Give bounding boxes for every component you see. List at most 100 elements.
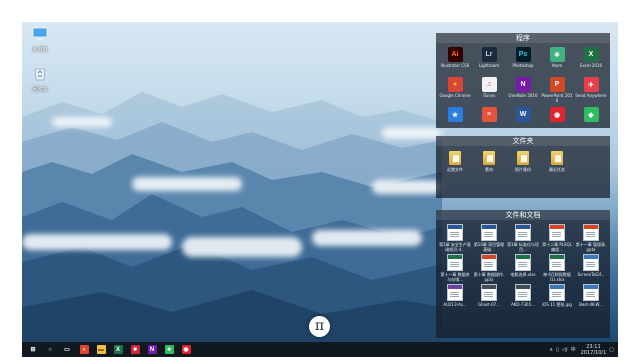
program-label — [506, 123, 540, 133]
battery-icon[interactable]: ▯ — [556, 347, 559, 353]
document-icon-line — [518, 234, 527, 235]
desktop-icon-computer[interactable]: 此电脑 — [26, 26, 54, 53]
program-icon: Lr — [481, 47, 497, 62]
document-icon-bar — [550, 285, 564, 289]
document-icon-line — [586, 234, 595, 235]
document-icon-line — [552, 266, 561, 267]
computer-icon — [32, 27, 48, 40]
folder-label: 最近任务 — [549, 167, 565, 172]
desktop-icon-label: 回收站 — [32, 87, 48, 93]
task-view-glyph: ▭ — [64, 347, 70, 353]
program-label: Illustrator CS6 — [440, 63, 470, 68]
task-view-icon[interactable]: ▭ — [60, 343, 74, 357]
clock[interactable]: 23:11 2017/10/1 — [581, 344, 607, 356]
document-icon-line — [552, 296, 561, 297]
volume-icon[interactable]: ◁) — [562, 347, 568, 353]
document-icon-line — [518, 232, 527, 233]
folders-panel: 文件夹 近期文件 素材 照片备份 最近任务 — [436, 136, 610, 198]
document-tile[interactable]: 第10章 项目管理基础... — [472, 222, 506, 252]
document-tile[interactable]: 神·6月财报数据(1).xlsx — [540, 252, 574, 282]
document-icon-line — [552, 264, 561, 265]
document-tile[interactable]: AU213-As... — [438, 282, 472, 312]
documents-grid: 第1章 安全生产基础知识.d... 第10章 项目管理基础... 第1章 标准化与项… — [436, 220, 610, 312]
folders-grid: 近期文件 素材 照片备份 最近任务 — [436, 146, 610, 178]
program-tile[interactable]: ◆ — [574, 105, 608, 135]
document-icon — [583, 284, 599, 301]
document-icon — [447, 254, 463, 271]
document-icon-line — [450, 266, 459, 267]
file-explorer-taskbar-icon[interactable]: ▬ — [94, 343, 108, 357]
document-icon-line — [484, 262, 493, 263]
tray-chevron-icon[interactable]: ∧ — [549, 347, 553, 353]
document-tile[interactable]: iOS 11 壁纸.jpg — [540, 282, 574, 312]
start-button[interactable]: ⊞ — [26, 343, 40, 357]
document-icon-bar — [584, 285, 598, 289]
cloud — [182, 237, 302, 257]
document-icon-line — [586, 232, 595, 233]
document-icon-line — [552, 292, 561, 293]
program-tile[interactable]: N OneNote 2016 — [506, 75, 540, 105]
document-icon-line — [484, 234, 493, 235]
folder-tile[interactable]: 最近任务 — [540, 148, 574, 178]
document-label: 第十一章 管理表.pptx — [575, 242, 607, 252]
program-label — [438, 123, 472, 133]
cloud — [22, 234, 172, 250]
document-icon-line — [518, 266, 527, 267]
program-tile[interactable]: Ps Photoshop — [506, 45, 540, 75]
program-tile[interactable]: ● Google Chrome — [438, 75, 472, 105]
search-icon[interactable]: ○ — [43, 343, 57, 357]
program-tile[interactable]: ★ — [438, 105, 472, 135]
program-icon: ● — [447, 77, 463, 92]
folder-tile[interactable]: 照片备份 — [506, 148, 540, 178]
document-tile[interactable]: ScreenToGif... — [574, 252, 608, 282]
document-icon-bar — [550, 255, 564, 259]
program-tile[interactable]: Lr Lightroom — [472, 45, 506, 75]
folder-tile[interactable]: 素材 — [472, 148, 506, 178]
program-tile[interactable]: ⚛ Atom — [540, 45, 574, 75]
document-icon-line — [586, 294, 595, 295]
desktop-icon-recycle-bin[interactable]: 回收站 — [26, 66, 54, 93]
document-icon — [583, 224, 599, 241]
document-icon — [515, 254, 531, 271]
program-icon: ♫ — [481, 77, 497, 92]
document-label: 第十二章 PLSQL编程... — [542, 242, 572, 252]
document-tile[interactable]: Ghost-07... — [472, 282, 506, 312]
app-taskbar-icon[interactable]: ■ — [128, 343, 142, 357]
program-tile[interactable]: W — [506, 105, 540, 135]
document-icon-bar — [482, 255, 496, 259]
document-icon-line — [450, 262, 459, 263]
document-tile[interactable]: 第十一章 数据库与存储... — [438, 252, 472, 282]
program-tile[interactable]: ◉ — [540, 105, 574, 135]
taskbar-apps: ⊞ ○ ▭ ● ▬ X ■ N ■ ◉ — [22, 343, 196, 357]
document-icon-line — [518, 262, 527, 263]
chrome-taskbar-icon[interactable]: ● — [77, 343, 91, 357]
pi-logo-icon[interactable]: π — [309, 316, 330, 337]
document-tile[interactable]: 第1章 标准化与项目... — [506, 222, 540, 252]
excel-taskbar-icon[interactable]: X — [111, 343, 125, 357]
document-tile[interactable]: 第1章 安全生产基础知识.d... — [438, 222, 472, 252]
document-icon-line — [450, 296, 459, 297]
program-tile[interactable]: X Excel 2016 — [574, 45, 608, 75]
notification-icon[interactable]: ▢ — [609, 347, 614, 353]
document-icon-bar — [516, 285, 530, 289]
netease-taskbar-icon[interactable]: ◉ — [179, 343, 193, 357]
document-label: iOS 11 壁纸.jpg — [542, 302, 572, 307]
program-tile[interactable]: P PowerPoint 2016 — [540, 75, 574, 105]
program-tile[interactable]: ✈ Send Anywhere — [574, 75, 608, 105]
panel-title: 文件和文档 — [436, 210, 610, 220]
program-tile[interactable]: ≡ — [472, 105, 506, 135]
document-tile[interactable]: Best-4K-W... — [574, 282, 608, 312]
green-app-taskbar-icon[interactable]: ■ — [162, 343, 176, 357]
folder-tile[interactable]: 近期文件 — [438, 148, 472, 178]
document-tile[interactable]: 第十二章 PLSQL编程... — [540, 222, 574, 252]
program-tile[interactable]: ♫ iTunes — [472, 75, 506, 105]
document-icon — [447, 284, 463, 301]
document-tile[interactable]: 电影选择.xlsx — [506, 252, 540, 282]
program-tile[interactable]: Ai Illustrator CS6 — [438, 45, 472, 75]
onenote-taskbar-icon[interactable]: N — [145, 343, 159, 357]
document-tile[interactable]: AKD-7365... — [506, 282, 540, 312]
document-tile[interactable]: 第十章 数据操作.pptx — [472, 252, 506, 282]
input-method-icon[interactable]: 中 — [571, 346, 576, 353]
document-icon-line — [484, 232, 493, 233]
document-tile[interactable]: 第十一章 管理表.pptx — [574, 222, 608, 252]
